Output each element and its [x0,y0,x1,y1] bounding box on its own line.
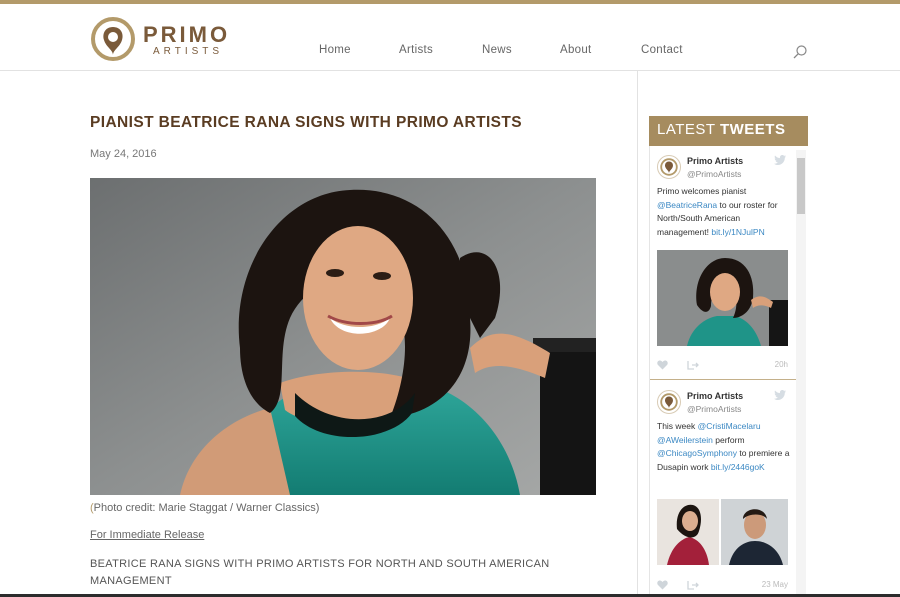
mention-link[interactable]: @CristiMacelaru [698,421,761,431]
search-icon[interactable] [792,44,808,60]
tweets-header-light: LATEST [657,121,720,138]
avatar[interactable] [657,155,681,179]
nav-about[interactable]: About [560,44,592,56]
tweet-author-handle[interactable]: @PrimoArtists [687,404,741,414]
tweet-photo[interactable] [657,250,788,346]
mention-link[interactable]: @BeatriceRana [657,200,717,210]
tweets-scrollbar[interactable] [796,150,806,597]
scrollbar-thumb[interactable] [797,158,805,214]
share-icon[interactable] [687,580,699,590]
tweet-text-part: perform [712,434,745,445]
immediate-release-link[interactable]: For Immediate Release [90,529,204,541]
mention-link[interactable]: @AWeilerstein [657,435,713,445]
tweet-text: Primo welcomes pianist @BeatriceRana to … [657,185,792,239]
tweet-text: This week @CristiMacelaru @AWeilerstein … [657,420,792,474]
heart-icon[interactable] [657,580,668,590]
url-link[interactable]: bit.ly/2446goK [711,462,765,472]
article-photo [90,178,596,495]
share-icon[interactable] [687,360,699,370]
tweet-separator [650,379,796,380]
article-date: May 24, 2016 [90,148,157,160]
twitter-bird-icon[interactable] [774,155,786,165]
latest-tweets-header: LATEST TWEETS [649,116,808,146]
nav-contact[interactable]: Contact [641,44,683,56]
tweet-timestamp[interactable]: 23 May [762,580,788,589]
main-nav: Home Artists News About Contact [0,44,900,64]
caption-text: Photo credit: Marie Staggat / Warner Cla… [93,502,320,514]
nav-artists[interactable]: Artists [399,44,433,56]
article-lead: BEATRICE RANA SIGNS WITH PRIMO ARTISTS F… [90,558,550,587]
tweet-photo[interactable] [657,499,788,565]
tweet-author-handle[interactable]: @PrimoArtists [687,169,741,179]
tweet-actions: 23 May [657,579,788,591]
tweets-timeline[interactable]: Primo Artists @PrimoArtists Primo welcom… [649,146,808,597]
twitter-bird-icon[interactable] [774,390,786,400]
url-link[interactable]: bit.ly/1NJulPN [711,227,764,237]
tweet-text-part: This week [657,421,698,431]
nav-news[interactable]: News [482,44,512,56]
mention-link[interactable]: @ChicagoSymphony [657,448,737,458]
tweet-author-name[interactable]: Primo Artists [687,156,743,166]
tweet-author-name[interactable]: Primo Artists [687,391,743,401]
tweets-header-bold: TWEETS [719,121,786,138]
photo-caption: (Photo credit: Marie Staggat / Warner Cl… [90,502,319,514]
tweet-timestamp[interactable]: 20h [775,360,788,369]
heart-icon[interactable] [657,360,668,370]
tweet-text-part: Primo welcomes pianist [657,186,747,196]
nav-home[interactable]: Home [319,44,351,56]
tweet-actions: 20h [657,359,788,371]
avatar[interactable] [657,390,681,414]
article-title: PIANIST BEATRICE RANA SIGNS WITH PRIMO A… [90,114,523,131]
sidebar-divider [637,71,638,597]
